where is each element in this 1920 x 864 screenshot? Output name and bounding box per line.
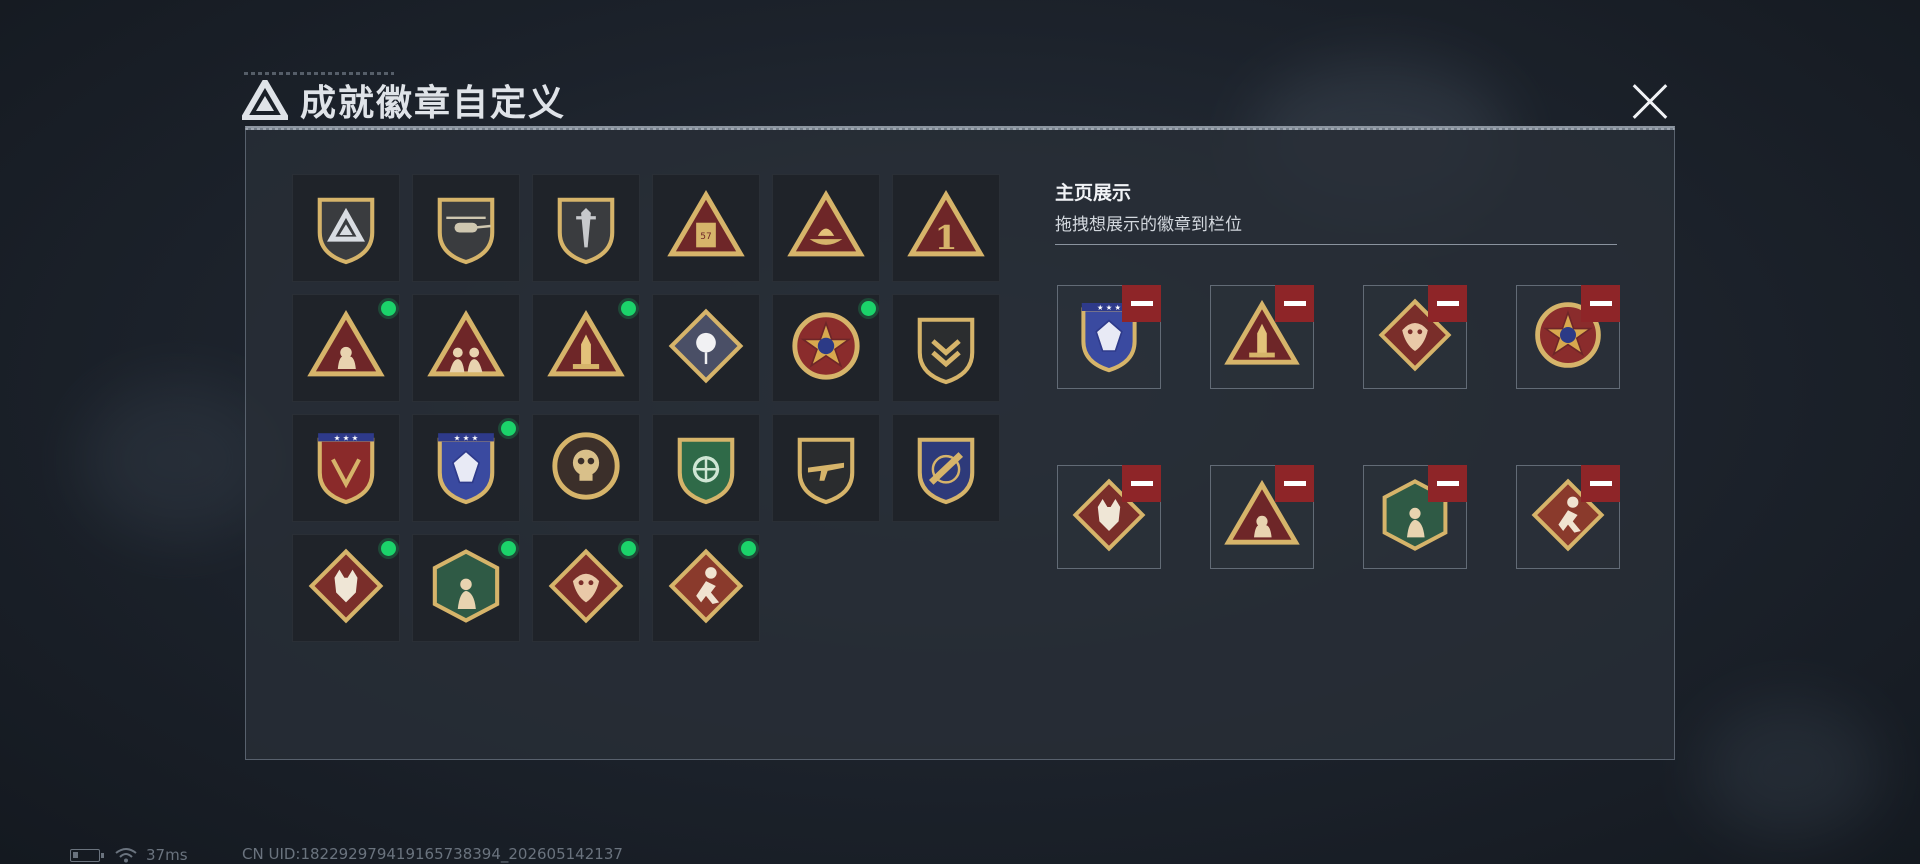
new-indicator-dot [381,301,396,316]
minus-icon [1130,481,1153,486]
stars-crest-icon: ★ ★ ★ [305,425,387,511]
badge-item[interactable] [532,174,640,282]
showcase-slot[interactable]: ★ ★ ★ [1057,285,1161,389]
dagger-shield-icon [545,185,627,271]
badge-item[interactable] [892,414,1000,522]
showcase-slots: ★ ★ ★ [1057,285,1620,569]
gem-crest-icon: ★ ★ ★ [425,425,507,511]
showcase-slot[interactable] [1210,465,1314,569]
minus-icon [1436,481,1459,486]
close-button[interactable] [1630,82,1670,122]
badge-collection-grid: 57 1 ★ ★ ★ ★ ★ ★ [292,174,1000,642]
showcase-slot[interactable] [1057,465,1161,569]
new-indicator-dot [501,421,516,436]
new-indicator-dot [381,541,396,556]
badge-item[interactable] [652,534,760,642]
new-indicator-dot [741,541,756,556]
minus-icon [1130,301,1153,306]
battery-icon [70,848,104,862]
badge-item[interactable]: ★ ★ ★ [292,414,400,522]
missile-triangle-icon [545,305,627,391]
star-emblem-icon [785,305,867,391]
badge-item[interactable] [532,414,640,522]
badge-item[interactable]: ★ ★ ★ [412,414,520,522]
minus-icon [1436,301,1459,306]
fighter-hexagon-icon [425,545,507,631]
squad-triangle-icon [425,305,507,391]
badge-item[interactable] [772,294,880,402]
rifle-shield-icon [785,425,867,511]
dragon-diamond-icon [545,545,627,631]
wifi-icon [115,848,137,863]
badge-item[interactable] [412,174,520,282]
showcase-slot[interactable] [1363,285,1467,389]
new-indicator-dot [621,301,636,316]
svg-text:★ ★ ★: ★ ★ ★ [1097,303,1121,312]
badge-item[interactable]: 1 [892,174,1000,282]
showcase-slot[interactable] [1516,465,1620,569]
remove-badge-button[interactable] [1428,285,1467,322]
showcase-slot[interactable] [1516,285,1620,389]
new-indicator-dot [621,541,636,556]
boat-triangle-icon [785,185,867,271]
remove-badge-button[interactable] [1581,465,1620,502]
remove-badge-button[interactable] [1581,285,1620,322]
remove-badge-button[interactable] [1122,285,1161,322]
new-indicator-dot [861,301,876,316]
crosshair-wreath-icon [665,425,747,511]
ping-readout: 37ms [146,846,188,864]
svg-text:57: 57 [700,232,711,242]
badge-item[interactable] [292,174,400,282]
badge-item[interactable] [412,534,520,642]
ammo-can-triangle-icon: 57 [665,185,747,271]
window-header: 成就徽章自定义 [242,74,566,126]
uid-readout: CN UID:182292979419165738394_20260514213… [242,845,623,863]
showcase-title: 主页展示 [1055,182,1132,204]
showcase-slot[interactable] [1363,465,1467,569]
badge-item[interactable] [292,294,400,402]
badge-item[interactable] [412,294,520,402]
badge-item[interactable] [292,534,400,642]
remove-badge-button[interactable] [1275,465,1314,502]
game-logo-icon [242,80,288,120]
number-one-triangle-icon: 1 [905,185,987,271]
svg-text:1: 1 [935,218,958,257]
runner-diamond-icon [665,545,747,631]
minus-icon [1283,481,1306,486]
helicopter-shield-icon [425,185,507,271]
remove-badge-button[interactable] [1428,465,1467,502]
soldier-triangle-icon [305,305,387,391]
badge-item[interactable] [892,294,1000,402]
showcase-slot[interactable] [1210,285,1314,389]
panel-top-border [245,128,1675,130]
svg-text:★ ★ ★: ★ ★ ★ [454,434,479,443]
badge-item[interactable] [532,534,640,642]
showcase-subtitle: 拖拽想展示的徽章到栏位 [1055,215,1242,235]
remove-badge-button[interactable] [1275,285,1314,322]
skull-medallion-icon [545,425,627,511]
rose-diamond-icon [665,305,747,391]
badge-item[interactable] [772,174,880,282]
divider [1055,244,1617,245]
badge-item[interactable] [652,294,760,402]
wolf-diamond-icon [305,545,387,631]
svg-text:★ ★ ★: ★ ★ ★ [334,434,359,443]
badge-item[interactable] [532,294,640,402]
rocket-crest-icon [905,425,987,511]
chevron-shield-icon [905,305,987,391]
new-indicator-dot [501,541,516,556]
page-title: 成就徽章自定义 [300,83,567,124]
minus-icon [1589,301,1612,306]
badge-item[interactable] [772,414,880,522]
badge-item[interactable] [652,414,760,522]
badge-item[interactable]: 57 [652,174,760,282]
status-bar: 37ms [70,846,188,864]
minus-icon [1283,301,1306,306]
minus-icon [1589,481,1612,486]
remove-badge-button[interactable] [1122,465,1161,502]
shield-triangle-icon [305,185,387,271]
